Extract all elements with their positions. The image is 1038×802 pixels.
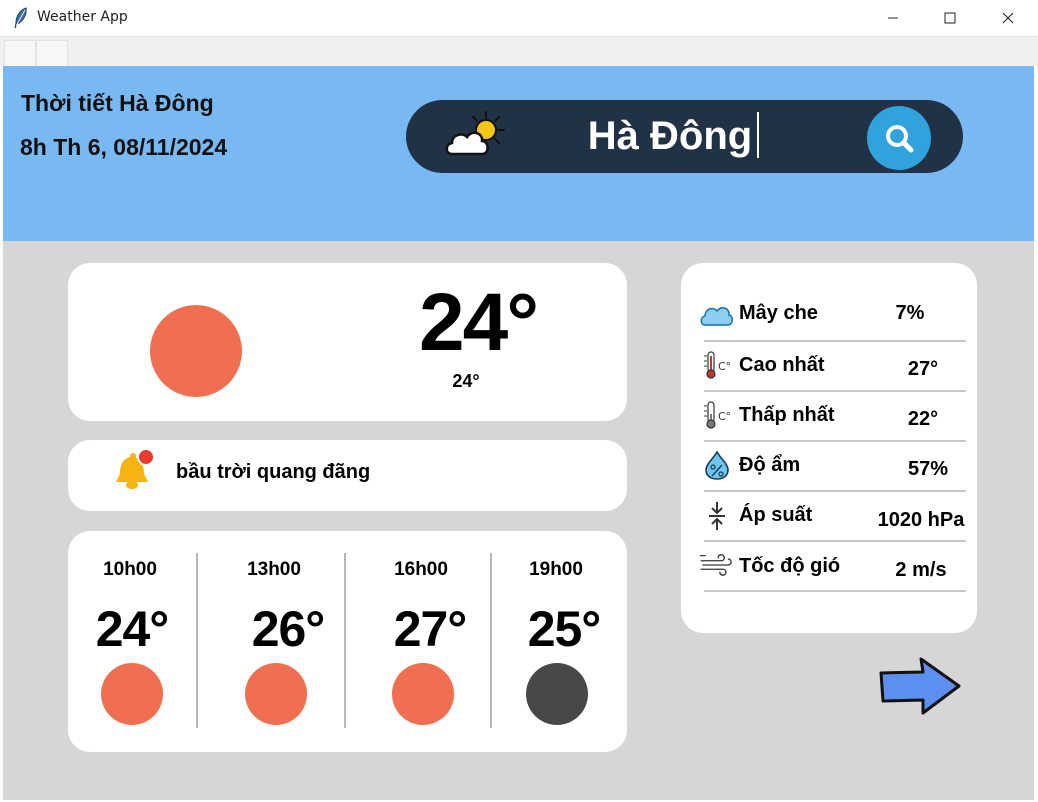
svg-text:C°: C° (718, 360, 731, 373)
moon-icon (526, 663, 588, 725)
feels-like-temperature: 24° (452, 371, 480, 391)
weather-description: bầu trời quang đãng (176, 461, 371, 483)
hour-divider (490, 553, 492, 728)
sun-icon (392, 663, 454, 725)
wind-icon (699, 554, 732, 576)
detail-label-low: Thấp nhất (739, 404, 835, 426)
svg-text:C°: C° (718, 410, 731, 423)
detail-label-cloud: Mây che (739, 302, 818, 324)
detail-label-wind: Tốc độ gió (739, 555, 841, 577)
detail-value-high: 27° (907, 358, 939, 380)
detail-divider (704, 340, 966, 342)
hour-time-2: 13h00 (247, 559, 301, 580)
detail-divider (704, 590, 966, 592)
date-time: 8h Th 6, 08/11/2024 (20, 134, 228, 160)
window-titlebar[interactable]: Weather App (0, 0, 1038, 37)
window-title: Weather App (37, 9, 128, 25)
maximize-button[interactable] (927, 0, 973, 36)
tab-2[interactable] (36, 40, 68, 67)
detail-label-humidity: Độ ẩm (739, 454, 801, 476)
sun-icon (101, 663, 163, 725)
detail-value-cloud: 7% (895, 302, 925, 324)
hour-time-3: 16h00 (394, 559, 448, 580)
cloud-icon (700, 307, 733, 326)
maximize-icon (944, 12, 956, 24)
hour-temp-1: 24° (95, 601, 170, 657)
partly-cloudy-icon (445, 111, 505, 156)
detail-divider (704, 390, 966, 392)
feather-icon (14, 7, 27, 29)
detail-value-humidity: 57% (907, 458, 949, 480)
sun-icon (150, 305, 242, 397)
tab-strip (0, 37, 1038, 67)
minimize-icon (888, 17, 898, 19)
search-icon (886, 125, 914, 153)
thermometer-low-icon: C° (704, 401, 731, 429)
arrow-right-icon[interactable] (877, 655, 963, 717)
hour-time-4: 19h00 (529, 559, 583, 580)
search-button[interactable] (867, 106, 931, 170)
hour-time-1: 10h00 (103, 559, 157, 580)
text-caret (757, 112, 759, 158)
close-button[interactable] (985, 0, 1031, 36)
tab-1[interactable] (4, 40, 36, 67)
hour-temp-4: 25° (527, 601, 602, 657)
detail-value-pressure: 1020 hPa (877, 509, 965, 531)
hour-temp-3: 27° (393, 601, 468, 657)
detail-label-pressure: Áp suất (739, 504, 813, 526)
sun-icon (245, 663, 307, 725)
bell-icon (116, 448, 155, 489)
detail-value-low: 22° (907, 408, 939, 430)
detail-divider (704, 440, 966, 442)
pressure-icon (709, 502, 725, 530)
search-input[interactable] (540, 108, 800, 164)
close-icon (1002, 12, 1014, 24)
minimize-button[interactable] (870, 0, 916, 36)
detail-divider (704, 490, 966, 492)
detail-value-wind: 2 m/s (895, 559, 947, 581)
hour-temp-2: 26° (251, 601, 326, 657)
thermometer-high-icon: C° (704, 351, 731, 379)
humidity-icon (705, 450, 729, 480)
current-temperature: 24° (418, 277, 539, 368)
detail-divider (704, 540, 966, 542)
detail-label-high: Cao nhất (739, 354, 825, 376)
location-title: Thời tiết Hà Đông (21, 90, 214, 116)
hour-divider (196, 553, 198, 728)
